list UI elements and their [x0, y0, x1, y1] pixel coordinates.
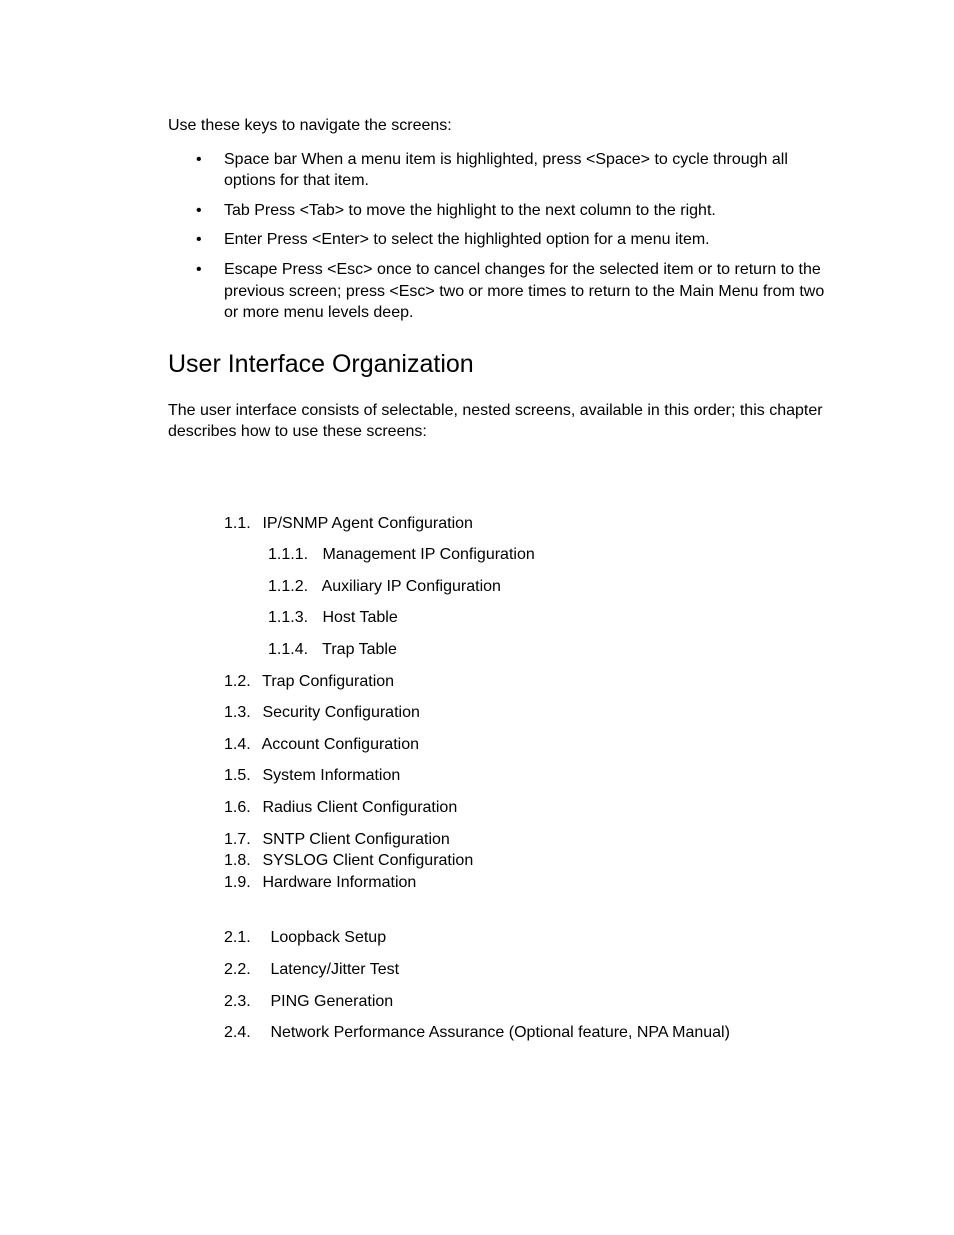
outline-label: SNTP Client Configuration	[262, 831, 449, 848]
outline-label: Management IP Configuration	[322, 546, 534, 563]
outline-number: 1.6.	[224, 797, 258, 819]
outline-subitem: 1.1.1. Management IP Configuration	[268, 544, 834, 566]
outline-item: 1.6. Radius Client Configuration	[224, 797, 834, 819]
outline-item: 1.8. SYSLOG Client Configuration	[224, 850, 834, 872]
outline-number: 1.4.	[224, 734, 258, 756]
outline-label: Host Table	[322, 609, 397, 626]
outline-number: 1.2.	[224, 671, 258, 693]
nav-keys-list: Space bar When a menu item is highlighte…	[168, 149, 834, 324]
outline-item: 2.1. Loopback Setup	[224, 927, 834, 949]
outline-item: 1.9. Hardware Information	[224, 872, 834, 894]
outline-item: 1.2. Trap Configuration	[224, 671, 834, 693]
outline-item: 2.3. PING Generation	[224, 991, 834, 1013]
outline-number: 1.9.	[224, 872, 258, 894]
outline-number: 1.7.	[224, 829, 258, 851]
list-item: Escape Press <Esc> once to cancel change…	[168, 259, 834, 324]
outline-number: 2.3.	[224, 991, 266, 1013]
list-item: Space bar When a menu item is highlighte…	[168, 149, 834, 192]
outline-label: Hardware Information	[262, 874, 416, 891]
outline-item: 1.1. IP/SNMP Agent Configuration	[224, 513, 834, 535]
document-page: Use these keys to navigate the screens: …	[0, 0, 954, 1235]
outline-number: 1.3.	[224, 702, 258, 724]
outline-label: Loopback Setup	[270, 929, 386, 946]
outline-label: SYSLOG Client Configuration	[262, 852, 473, 869]
outline-item: 1.4. Account Configuration	[224, 734, 834, 756]
outline-label: Network Performance Assurance (Optional …	[270, 1024, 729, 1041]
outline-label: Radius Client Configuration	[262, 799, 457, 816]
outline-item: 2.2. Latency/Jitter Test	[224, 959, 834, 981]
outline-item: 1.5. System Information	[224, 765, 834, 787]
outline-number: 1.1.	[224, 513, 258, 535]
intro-paragraph: Use these keys to navigate the screens:	[168, 115, 834, 137]
outline-item: 1.7. SNTP Client Configuration	[224, 829, 834, 851]
outline-subitem: 1.1.2. Auxiliary IP Configuration	[268, 576, 834, 598]
list-item: Enter Press <Enter> to select the highli…	[168, 229, 834, 251]
outline-number: 1.1.2.	[268, 576, 318, 598]
outline-label: IP/SNMP Agent Configuration	[262, 515, 473, 532]
outline-number: 1.8.	[224, 850, 258, 872]
outline-number: 1.1.3.	[268, 607, 318, 629]
list-item: Tab Press <Tab> to move the highlight to…	[168, 200, 834, 222]
outline-label: PING Generation	[270, 993, 393, 1010]
outline-label: System Information	[262, 767, 400, 784]
outline-subitem: 1.1.3. Host Table	[268, 607, 834, 629]
outline-label: Account Configuration	[262, 736, 419, 753]
outline-subitem: 1.1.4. Trap Table	[268, 639, 834, 661]
outline-item: 2.4. Network Performance Assurance (Opti…	[224, 1022, 834, 1044]
outline-number: 2.1.	[224, 927, 266, 949]
outline-label: Auxiliary IP Configuration	[322, 578, 501, 595]
section-heading: User Interface Organization	[168, 348, 834, 382]
outline-item: 1.3. Security Configuration	[224, 702, 834, 724]
outline-label: Latency/Jitter Test	[270, 961, 399, 978]
outline-list: 1.1. IP/SNMP Agent Configuration 1.1.1. …	[224, 513, 834, 1044]
outline-number: 2.4.	[224, 1022, 266, 1044]
outline-label: Security Configuration	[262, 704, 419, 721]
outline-number: 1.5.	[224, 765, 258, 787]
section-intro: The user interface consists of selectabl…	[168, 400, 834, 443]
outline-label: Trap Configuration	[262, 673, 394, 690]
outline-number: 2.2.	[224, 959, 266, 981]
outline-label: Trap Table	[322, 641, 397, 658]
outline-number: 1.1.4.	[268, 639, 318, 661]
outline-number: 1.1.1.	[268, 544, 318, 566]
